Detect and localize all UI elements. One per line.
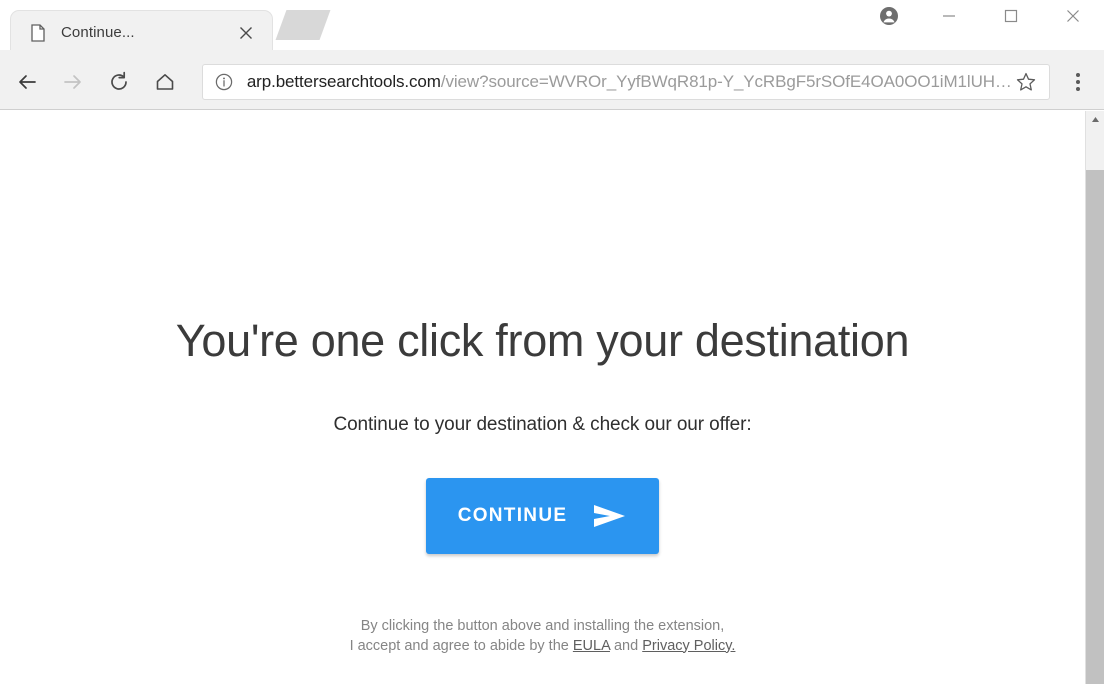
- tab-strip: Continue...: [0, 0, 1104, 54]
- url-host: arp.bettersearchtools.com: [246, 71, 441, 91]
- window-controls: [860, 0, 1104, 32]
- forward-arrow-icon: [53, 62, 93, 102]
- document-icon: [29, 23, 47, 42]
- eula-link[interactable]: EULA: [573, 638, 610, 654]
- browser-toolbar: arp.bettersearchtools.com/view?source=WV…: [0, 54, 1104, 110]
- url-path: /view?source=WVROr_YyfBWqR81p-Y_YcRBgF5r…: [440, 71, 1011, 91]
- menu-dot: [1075, 72, 1080, 77]
- info-circle-icon[interactable]: [215, 73, 235, 91]
- account-circle-icon[interactable]: [860, 0, 918, 32]
- menu-dot: [1075, 79, 1080, 84]
- url-text[interactable]: arp.bettersearchtools.com/view?source=WV…: [247, 72, 1011, 92]
- close-window-button[interactable]: [1042, 0, 1104, 32]
- send-arrow-icon: [593, 503, 627, 529]
- scroll-up-arrow-icon[interactable]: [1086, 111, 1104, 128]
- minimize-button[interactable]: [918, 0, 980, 32]
- address-bar[interactable]: arp.bettersearchtools.com/view?source=WV…: [201, 63, 1050, 100]
- page-title: You're one click from your destination: [175, 315, 910, 366]
- vertical-scrollbar[interactable]: [1085, 111, 1104, 684]
- legal-line-2-mid: and: [609, 637, 643, 654]
- cta-container: CONTINUE: [0, 436, 1085, 554]
- home-icon[interactable]: [145, 62, 185, 102]
- tab-title: Continue...: [61, 24, 135, 41]
- page-content: You're one click from your destination C…: [0, 111, 1085, 684]
- continue-button-label: CONTINUE: [457, 504, 568, 526]
- scrollbar-thumb[interactable]: [1086, 170, 1104, 684]
- new-tab-button[interactable]: [275, 10, 331, 40]
- menu-dot: [1075, 86, 1080, 91]
- privacy-policy-link[interactable]: Privacy Policy.: [642, 638, 735, 654]
- reload-icon[interactable]: [99, 62, 139, 102]
- star-icon[interactable]: [1011, 67, 1041, 97]
- maximize-button[interactable]: [980, 0, 1042, 32]
- back-arrow-icon[interactable]: [7, 62, 47, 102]
- browser-tab[interactable]: Continue...: [10, 10, 273, 54]
- three-dot-menu-icon[interactable]: [1062, 62, 1094, 102]
- close-icon[interactable]: [234, 21, 258, 45]
- legal-line-1: By clicking the button above and install…: [360, 617, 725, 634]
- continue-button[interactable]: CONTINUE: [425, 477, 660, 554]
- legal-line-2: I accept and agree to abide by the EULA …: [0, 636, 1085, 656]
- legal-disclaimer: By clicking the button above and install…: [0, 554, 1085, 656]
- legal-line-2-prefix: I accept and agree to abide by the: [349, 637, 573, 654]
- browser-window: Continue... arp.bettersearchtools.com/vi…: [0, 0, 1104, 684]
- page-subtitle: Continue to your destination & check our…: [333, 413, 752, 435]
- page-viewport: You're one click from your destination C…: [0, 111, 1104, 684]
